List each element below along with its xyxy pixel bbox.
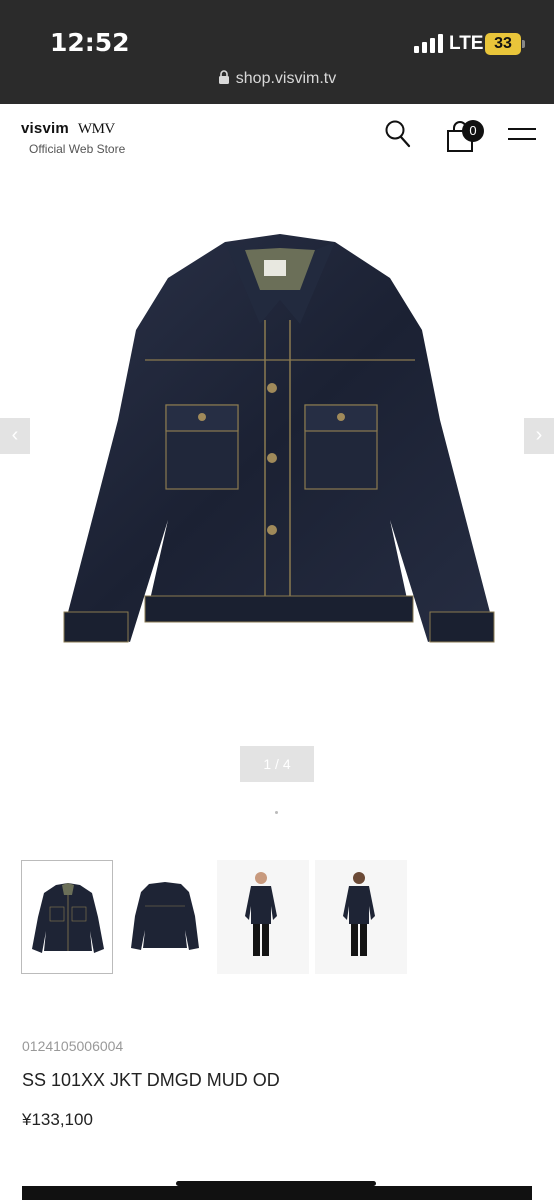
- thumbnail-front[interactable]: [21, 860, 113, 974]
- brand-logo[interactable]: visvim WMV Official Web Store: [21, 120, 125, 156]
- product-name: SS 101XX JKT DMGD MUD OD: [22, 1070, 280, 1090]
- menu-button[interactable]: [508, 128, 536, 144]
- network-label: LTE: [449, 33, 484, 54]
- battery-icon: 33: [485, 33, 525, 55]
- add-to-cart-bar[interactable]: [22, 1186, 532, 1200]
- url-text: shop.visvim.tv: [235, 70, 337, 87]
- search-icon: [385, 120, 411, 148]
- gallery-prev-button[interactable]: ‹: [0, 418, 30, 454]
- brand-name-wmv: WMV: [77, 121, 115, 137]
- signal-icon: [414, 34, 444, 53]
- gallery-pager: 1 / 4: [240, 746, 314, 782]
- cart-count-badge: 0: [462, 120, 484, 142]
- product-gallery: ‹ ›: [0, 190, 554, 750]
- lock-icon: [218, 70, 229, 84]
- store-subtitle: Official Web Store: [29, 142, 126, 156]
- product-price: ¥133,100: [22, 1110, 93, 1129]
- thumbnail-strip: [21, 860, 541, 974]
- product-image-jacket[interactable]: [50, 220, 510, 660]
- thumbnail-back[interactable]: [119, 860, 211, 974]
- thumbnail-model-back[interactable]: [315, 860, 407, 974]
- thumbnail-model-front[interactable]: [217, 860, 309, 974]
- product-code: 0124105006004: [22, 1038, 124, 1054]
- status-bar: 12:52 LTE 33 shop.visvim.tv: [0, 0, 554, 104]
- search-button[interactable]: [384, 118, 412, 148]
- brand-name: visvim: [21, 120, 69, 137]
- cart-button[interactable]: 0: [446, 120, 486, 154]
- address-bar[interactable]: shop.visvim.tv: [0, 70, 554, 88]
- status-time: 12:52: [50, 28, 130, 57]
- pager-dot: [275, 811, 278, 814]
- battery-level: 33: [485, 33, 521, 55]
- gallery-next-button[interactable]: ›: [524, 418, 554, 454]
- home-indicator[interactable]: [176, 1181, 376, 1186]
